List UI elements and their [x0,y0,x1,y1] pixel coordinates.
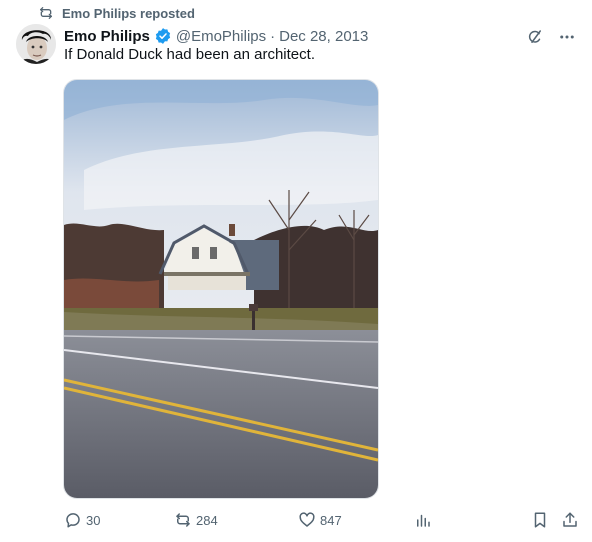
repost-icon [40,6,52,19]
share-icon [563,512,577,527]
reply-count: 30 [86,512,101,528]
more-icon[interactable] [556,26,578,48]
separator-dot: · [270,27,276,45]
author-name[interactable]: Emo Philips [64,28,150,45]
verified-badge-icon[interactable] [154,27,172,45]
tweet-text: If Donald Duck had been an architect. [64,46,315,63]
reply-icon [66,513,80,528]
grok-icon[interactable] [524,26,546,48]
repost-indicator[interactable]: Emo Philips reposted [38,4,195,22]
post-date[interactable]: Dec 28, 2013 [279,28,368,45]
bookmark-button[interactable] [531,511,549,529]
tweet-header: Emo Philips @EmoPhilips · Dec 28, 2013 [64,26,368,46]
share-button[interactable] [561,511,579,529]
header-actions [524,26,578,48]
reply-button[interactable]: 30 [64,511,100,529]
like-count: 847 [320,512,342,528]
like-button[interactable]: 847 [298,511,342,529]
bookmark-icon [534,512,546,528]
views-button[interactable] [414,511,432,529]
analytics-icon [417,514,430,527]
repost-icon [176,513,190,527]
avatar[interactable] [16,24,56,64]
heart-icon [299,512,315,527]
tweet-action-bar: 30 284 847 [64,503,584,539]
repost-label: Emo Philips reposted [62,5,195,21]
tweet-photo[interactable] [63,79,379,499]
repost-button[interactable]: 284 [174,511,218,529]
repost-count: 284 [196,512,218,528]
author-handle[interactable]: @EmoPhilips [176,28,266,45]
